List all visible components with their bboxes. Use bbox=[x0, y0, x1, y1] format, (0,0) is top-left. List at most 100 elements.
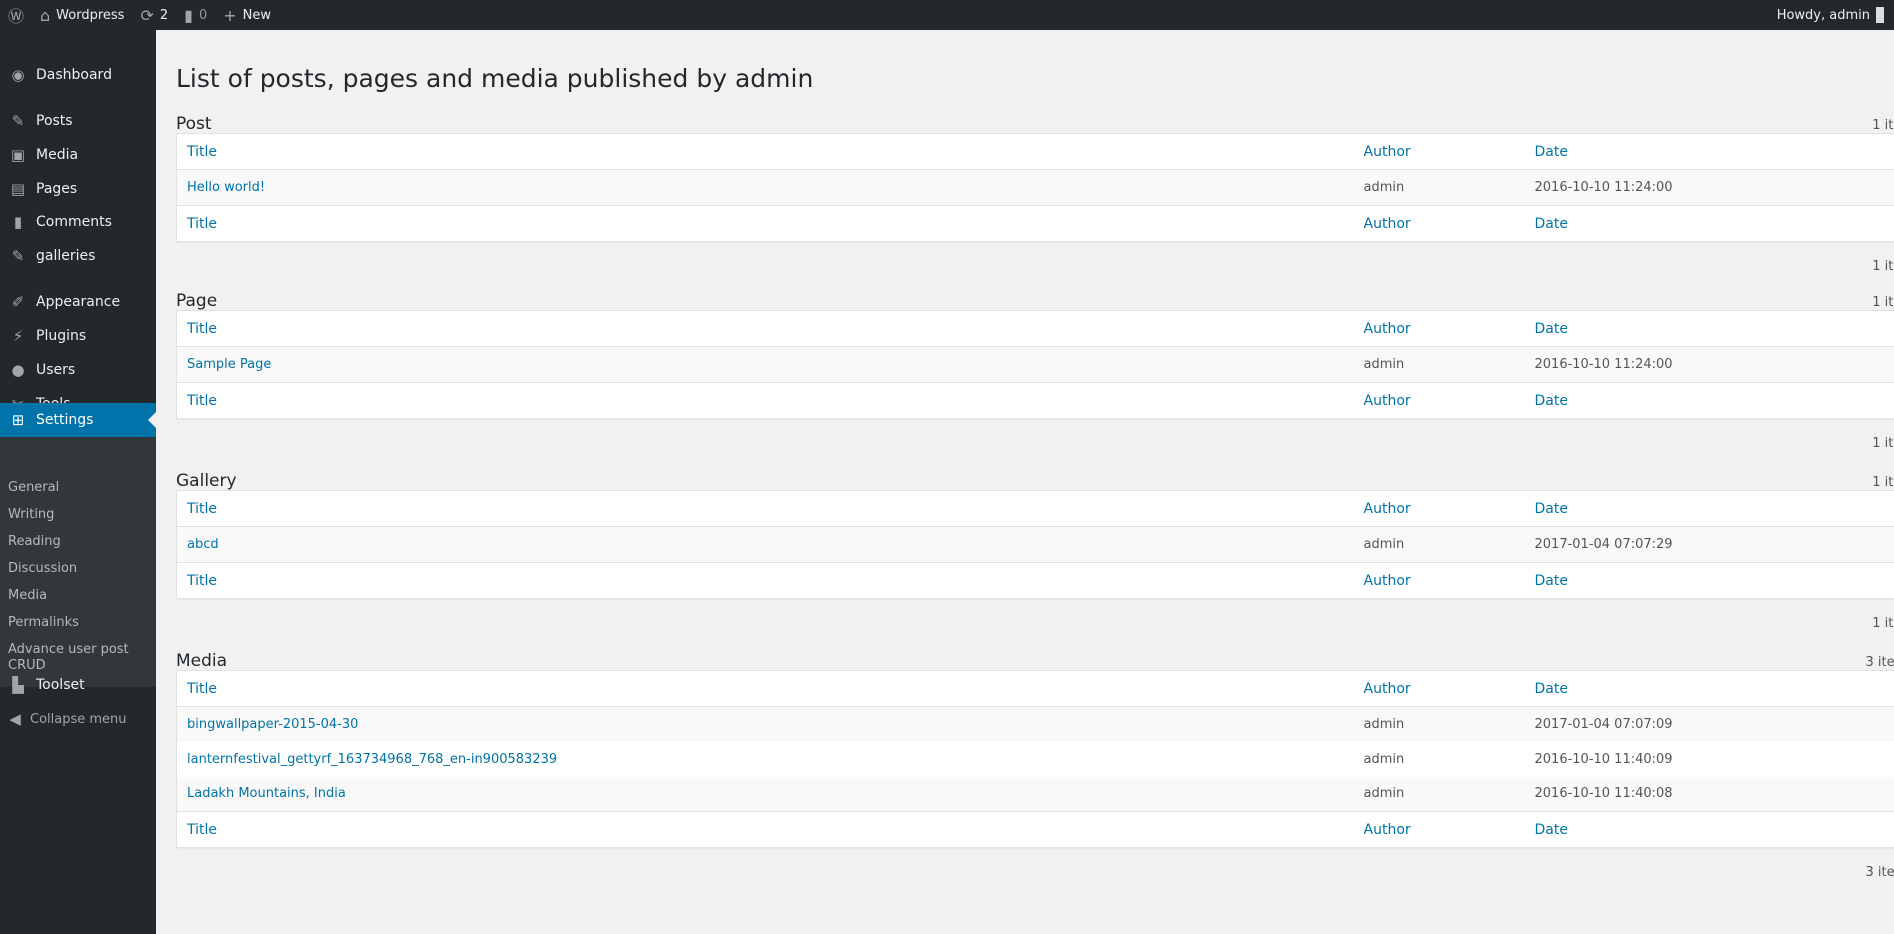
column-header-date[interactable]: Date bbox=[1524, 670, 1894, 707]
submenu-item[interactable]: Permalinks bbox=[8, 615, 79, 631]
title-link[interactable]: Hello world! bbox=[177, 170, 1354, 206]
column-header-date[interactable]: Date bbox=[1524, 310, 1894, 347]
sidebar-item-galleries[interactable]: ✎ galleries bbox=[0, 239, 156, 273]
item-count-bottom: 3 items bbox=[1865, 865, 1894, 880]
column-header-author[interactable]: Author bbox=[1353, 562, 1525, 599]
comment-icon: ▮ bbox=[184, 5, 193, 25]
column-header-title[interactable]: Title bbox=[176, 490, 1354, 527]
column-header-author[interactable]: Author bbox=[1353, 205, 1525, 242]
submenu-item[interactable]: General bbox=[8, 480, 59, 496]
sidebar-item-label: Pages bbox=[36, 181, 78, 197]
column-header-author[interactable]: Author bbox=[1353, 310, 1525, 347]
column-header-author[interactable]: Author bbox=[1353, 670, 1525, 707]
column-header-title[interactable]: Title bbox=[176, 382, 1354, 419]
title-link[interactable]: abcd bbox=[177, 527, 1354, 563]
new-label: New bbox=[242, 7, 271, 23]
sidebar-item-label: Settings bbox=[36, 412, 94, 428]
column-header-title[interactable]: Title bbox=[176, 133, 1354, 170]
home-icon: ⌂ bbox=[40, 5, 51, 25]
table-row: Ladakh Mountains, India admin 2016-10-10 1… bbox=[176, 776, 1894, 812]
item-count-bottom: 1 item bbox=[1872, 259, 1894, 274]
toolset-icon: ▙ bbox=[12, 676, 24, 694]
gallery-table: Title Author Date abcd admin 2017-01-04 07:07… bbox=[176, 490, 1894, 599]
submenu-item[interactable]: Media bbox=[8, 588, 47, 604]
comments-link[interactable]: ▮ 0 bbox=[176, 0, 215, 30]
date-cell: 2016-10-10 11:40:08 bbox=[1534, 786, 1673, 802]
column-header-date[interactable]: Date bbox=[1524, 562, 1894, 599]
sidebar-item-posts[interactable]: ✎ Posts bbox=[0, 104, 156, 138]
column-header-title[interactable]: Title bbox=[176, 310, 1354, 347]
settings-icon: ⊞ bbox=[11, 411, 25, 429]
sidebar-item-dashboard[interactable]: ◉ Dashboard bbox=[0, 58, 156, 92]
section-heading-page: Page bbox=[176, 291, 218, 311]
column-header-title[interactable]: Title bbox=[176, 670, 1354, 707]
account-menu[interactable]: Howdy, admin bbox=[1777, 0, 1884, 30]
updates-link[interactable]: ⟳ 2 bbox=[132, 0, 176, 30]
sidebar-item-label: Media bbox=[36, 147, 79, 163]
sidebar-item-appearance[interactable]: ✐ Appearance bbox=[0, 285, 156, 319]
submenu-item[interactable]: Reading bbox=[8, 534, 61, 550]
column-header-author[interactable]: Author bbox=[1353, 382, 1525, 419]
submenu-item[interactable]: Writing bbox=[8, 507, 54, 523]
pin-icon: ✎ bbox=[11, 112, 25, 130]
section-heading-gallery: Gallery bbox=[176, 471, 237, 491]
title-link[interactable]: Sample Page bbox=[177, 347, 1354, 383]
section-heading-post: Post bbox=[176, 114, 212, 134]
table-row: bingwallpaper-2015-04-30 admin 2017-01-04 … bbox=[176, 706, 1894, 742]
author-cell: admin bbox=[1363, 751, 1405, 767]
title-link[interactable]: Ladakh Mountains, India bbox=[177, 777, 1354, 812]
item-count-top: 1 item bbox=[1872, 475, 1894, 490]
item-count-bottom: 1 item bbox=[1872, 616, 1894, 631]
date-cell: 2016-10-10 11:40:09 bbox=[1534, 751, 1673, 767]
comments-count: 0 bbox=[198, 7, 208, 23]
sidebar-item-label: Posts bbox=[36, 113, 73, 129]
item-count-bottom: 1 item bbox=[1872, 436, 1894, 451]
column-header-title[interactable]: Title bbox=[176, 205, 1354, 242]
sidebar-item-pages[interactable]: ▤ Pages bbox=[0, 172, 156, 206]
column-header-author[interactable]: Author bbox=[1353, 490, 1525, 527]
title-link[interactable]: lanternfestival_gettyrf_163734968_768_en… bbox=[177, 742, 1354, 777]
column-header-date[interactable]: Date bbox=[1524, 811, 1894, 848]
user-icon: ● bbox=[11, 361, 25, 379]
page-title: List of posts, pages and media published… bbox=[176, 64, 814, 93]
item-count-top: 1 item bbox=[1872, 295, 1894, 310]
column-header-date[interactable]: Date bbox=[1524, 133, 1894, 170]
table-row: abcd admin 2017-01-04 07:07:29 bbox=[176, 526, 1894, 563]
page-table: Title Author Date Sample Page admin 2016-10-1… bbox=[176, 310, 1894, 419]
sidebar-item-settings[interactable]: ⊞ Settings bbox=[0, 403, 156, 437]
sidebar-item-users[interactable]: ● Users bbox=[0, 353, 156, 387]
author-cell: admin bbox=[1363, 786, 1405, 802]
title-link[interactable]: bingwallpaper-2015-04-30 bbox=[177, 707, 1354, 742]
new-content-button[interactable]: + New bbox=[215, 0, 279, 30]
sidebar-item-media[interactable]: ▣ Media bbox=[0, 138, 156, 172]
table-row: Hello world! admin 2016-10-10 11:24:00 bbox=[176, 169, 1894, 206]
author-cell: admin bbox=[1363, 716, 1405, 732]
updates-count: 2 bbox=[159, 7, 169, 23]
wordpress-logo-icon: Ⓦ bbox=[8, 7, 25, 26]
column-header-title[interactable]: Title bbox=[176, 811, 1354, 848]
site-name-link[interactable]: ⌂ Wordpress bbox=[32, 0, 132, 30]
column-header-date[interactable]: Date bbox=[1524, 490, 1894, 527]
media-icon: ▣ bbox=[10, 146, 26, 164]
collapse-menu-button[interactable]: ◀ Collapse menu bbox=[0, 702, 156, 736]
sidebar-item-comments[interactable]: ▮ Comments bbox=[0, 205, 156, 239]
wp-logo-button[interactable]: Ⓦ bbox=[0, 0, 32, 30]
sidebar-item-plugins[interactable]: ⚡ Plugins bbox=[0, 319, 156, 353]
sidebar-item-toolset[interactable]: ▙ Toolset bbox=[0, 668, 156, 702]
column-header-date[interactable]: Date bbox=[1524, 205, 1894, 242]
sidebar-item-label: Plugins bbox=[36, 328, 87, 344]
column-header-author[interactable]: Author bbox=[1353, 133, 1525, 170]
post-table: Title Author Date Hello world! admin 2016-10-… bbox=[176, 133, 1894, 242]
sidebar-item-label: galleries bbox=[36, 248, 96, 264]
table-row: lanternfestival_gettyrf_163734968_768_en… bbox=[177, 742, 1894, 777]
plus-icon: + bbox=[223, 5, 237, 25]
date-cell: 2016-10-10 11:24:00 bbox=[1534, 357, 1673, 372]
column-header-author[interactable]: Author bbox=[1353, 811, 1525, 848]
pages-icon: ▤ bbox=[10, 180, 26, 198]
admin-sidebar: General Writing Reading Discussion Media Perm… bbox=[0, 30, 156, 934]
column-header-date[interactable]: Date bbox=[1524, 382, 1894, 419]
date-cell: 2016-10-10 11:24:00 bbox=[1534, 180, 1673, 195]
column-header-title[interactable]: Title bbox=[176, 562, 1354, 599]
submenu-item[interactable]: Discussion bbox=[8, 561, 77, 577]
howdy-text: Howdy, admin bbox=[1776, 7, 1870, 23]
